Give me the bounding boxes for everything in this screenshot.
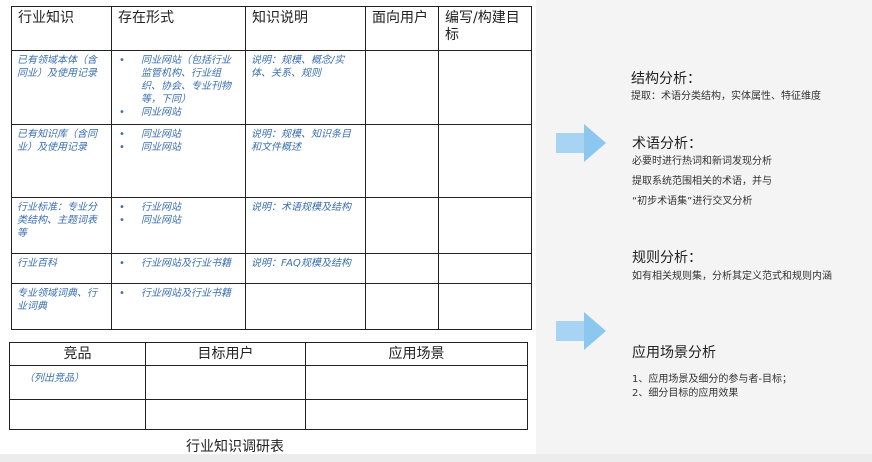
goal-cell (438, 124, 532, 198)
form-item: 行业网站及行业书籍 (119, 287, 240, 300)
table-header-row: 竞品 目标用户 应用场景 (9, 342, 528, 366)
term-analysis-line: 提取系统范围相关的术语，并与 (632, 176, 772, 187)
description-cell: 说明：FAQ规模及结构 (245, 253, 366, 284)
users-cell (365, 124, 439, 198)
users-cell (365, 197, 439, 254)
goal-cell (438, 253, 532, 284)
form-item: 同业网站 (119, 214, 240, 227)
scene-cell (305, 399, 528, 430)
goal-cell (438, 50, 532, 125)
col-header-form: 存在形式 (111, 6, 246, 51)
target-user-cell (145, 365, 306, 400)
col-header-scene: 应用场景 (305, 342, 528, 366)
form-item: 行业网站 (119, 201, 240, 214)
goal-cell (438, 197, 532, 254)
industry-knowledge-table: 行业知识 存在形式 知识说明 面向用户 编写/构建目标 已有领域本体（含同业）及… (11, 6, 532, 330)
knowledge-cell: 专业领域词典、行业词典 (11, 283, 112, 330)
col-header-competitor: 竞品 (9, 342, 146, 366)
scene-analysis-line: 2、细分目标的应用效果 (632, 388, 739, 399)
goal-cell (438, 283, 532, 330)
competitor-cell (9, 399, 146, 430)
users-cell (365, 50, 439, 125)
description-cell (245, 283, 366, 330)
form-cell: 同业网站 同业网站 (111, 124, 246, 198)
term-analysis-title: 术语分析： (632, 136, 702, 152)
users-cell (365, 253, 439, 284)
term-analysis-line: 必要时进行热词和新词发现分析 (632, 156, 772, 167)
users-cell (365, 283, 439, 330)
description-cell: 说明：术语规模及结构 (245, 197, 366, 254)
knowledge-cell: 已有领域本体（含同业）及使用记录 (11, 50, 112, 125)
form-item: 同业网站 (119, 106, 240, 119)
col-header-users: 面向用户 (365, 6, 439, 51)
table-caption: 行业知识调研表 (186, 439, 284, 455)
table-row: 行业标准：专业分类结构、主题词表等 行业网站 同业网站 说明：术语规模及结构 (11, 197, 532, 254)
form-cell: 行业网站及行业书籍 (111, 283, 246, 330)
knowledge-cell: 已有知识库（含同业）及使用记录 (11, 124, 112, 198)
term-analysis-line: “初步术语集”进行交叉分析 (632, 196, 753, 207)
rule-analysis-text: 如有相关规则集，分析其定义范式和规则内涵 (632, 271, 832, 282)
competitor-table: 竞品 目标用户 应用场景 （列出竞品） (9, 342, 528, 430)
structure-analysis-text: 提取：术语分类结构，实体属性、特征维度 (631, 91, 821, 102)
knowledge-cell: 行业标准：专业分类结构、主题词表等 (11, 197, 112, 254)
table-row (9, 399, 528, 430)
target-user-cell (145, 399, 306, 430)
description-cell: 说明：规模、知识条目和文件概述 (245, 124, 366, 198)
form-item: 同业网站（包括行业监管机构、行业组织、协会、专业刊物等，下同） (119, 54, 240, 106)
table-row: 已有知识库（含同业）及使用记录 同业网站 同业网站 说明：规模、知识条目和文件概… (11, 124, 532, 198)
bottom-strip (0, 454, 872, 462)
knowledge-cell: 行业百科 (11, 253, 112, 284)
table-row: 已有领域本体（含同业）及使用记录 同业网站（包括行业监管机构、行业组织、协会、专… (11, 50, 532, 125)
description-cell: 说明：规模、概念/实体、关系、规则 (245, 50, 366, 125)
form-item: 同业网站 (119, 141, 240, 154)
form-cell: 行业网站 同业网站 (111, 197, 246, 254)
form-item: 行业网站及行业书籍 (119, 257, 240, 270)
form-item: 同业网站 (119, 128, 240, 141)
form-cell: 同业网站（包括行业监管机构、行业组织、协会、专业刊物等，下同） 同业网站 (111, 50, 246, 125)
table-header-row: 行业知识 存在形式 知识说明 面向用户 编写/构建目标 (11, 6, 532, 51)
scene-cell (305, 365, 528, 400)
slide: 行业知识 存在形式 知识说明 面向用户 编写/构建目标 已有领域本体（含同业）及… (0, 0, 872, 462)
structure-analysis-title: 结构分析： (631, 71, 701, 87)
table-row: 行业百科 行业网站及行业书籍 说明：FAQ规模及结构 (11, 253, 532, 284)
table-row: （列出竞品） (9, 365, 528, 400)
rule-analysis-title: 规则分析： (632, 250, 702, 266)
form-cell: 行业网站及行业书籍 (111, 253, 246, 284)
col-header-target-user: 目标用户 (145, 342, 306, 366)
table-row: 专业领域词典、行业词典 行业网站及行业书籍 (11, 283, 532, 330)
col-header-description: 知识说明 (245, 6, 366, 51)
col-header-goal: 编写/构建目标 (438, 6, 532, 51)
competitor-cell: （列出竞品） (9, 365, 146, 400)
right-arrow-icon (556, 124, 608, 162)
right-arrow-icon (556, 312, 608, 350)
scene-analysis-title: 应用场景分析 (632, 345, 716, 361)
col-header-knowledge: 行业知识 (11, 6, 112, 51)
